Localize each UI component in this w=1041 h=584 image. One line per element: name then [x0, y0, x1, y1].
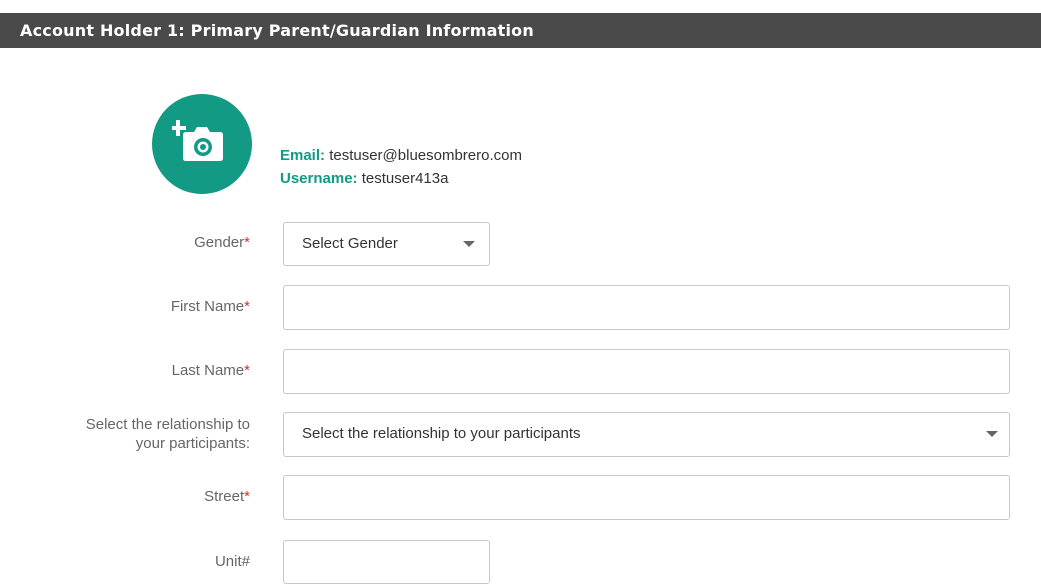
relationship-select-value: Select the relationship to your particip… [302, 425, 581, 442]
unit-input[interactable] [283, 540, 490, 584]
street-input[interactable] [283, 475, 1010, 520]
relationship-select[interactable]: Select the relationship to your particip… [283, 412, 1010, 457]
username-label: Username: [280, 170, 358, 187]
account-info: Email: testuser@bluesombrero.com Usernam… [280, 144, 522, 190]
caret-down-icon [986, 431, 998, 437]
last-name-input[interactable] [283, 349, 1010, 394]
username-value: testuser413a [361, 170, 449, 187]
email-value: testuser@bluesombrero.com [329, 147, 522, 164]
add-photo-camera-icon [172, 120, 223, 161]
required-mark: * [244, 234, 250, 251]
gender-select-value: Select Gender [302, 235, 398, 252]
email-label: Email: [280, 147, 326, 164]
gender-select[interactable]: Select Gender [283, 222, 490, 266]
section-header: Account Holder 1: Primary Parent/Guardia… [0, 13, 1041, 48]
required-mark: * [244, 488, 250, 505]
add-photo-button[interactable] [152, 94, 252, 194]
last-name-label: Last Name* [171, 362, 250, 379]
gender-label: Gender* [194, 234, 250, 251]
relationship-label: Select the relationship to your particip… [85, 416, 250, 452]
required-mark: * [244, 362, 250, 379]
first-name-input[interactable] [283, 285, 1010, 330]
email-row: Email: testuser@bluesombrero.com [280, 144, 522, 167]
caret-down-icon [463, 241, 475, 247]
username-row: Username: testuser413a [280, 167, 522, 190]
street-label: Street* [204, 488, 250, 505]
unit-label: Unit# [214, 553, 250, 570]
first-name-label: First Name* [170, 298, 250, 315]
required-mark: * [244, 298, 250, 315]
section-title: Account Holder 1: Primary Parent/Guardia… [20, 21, 534, 40]
